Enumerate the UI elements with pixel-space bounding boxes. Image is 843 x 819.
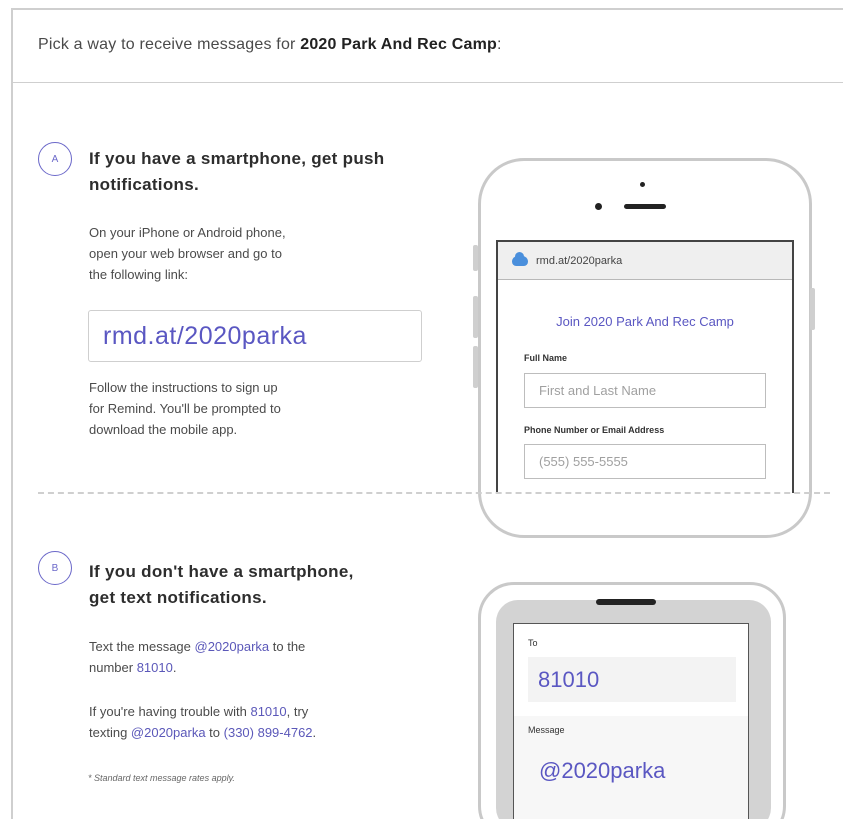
trouble-line: If you're having trouble with 81010, try <box>89 701 316 722</box>
phone-camera <box>595 203 602 210</box>
contact-field[interactable]: (555) 555-5555 <box>524 444 766 479</box>
join-title: Join 2020 Park And Rec Camp <box>556 314 734 329</box>
phone-side-button <box>810 288 815 330</box>
instructions-line: the following link: <box>89 267 188 282</box>
trouble-number: 81010 <box>250 704 287 719</box>
sms-to-label: To <box>528 638 538 648</box>
section-a-badge: A <box>38 142 72 176</box>
sms-message-label: Message <box>528 725 565 735</box>
section-divider <box>38 492 830 494</box>
feature-phone-screen: To 81010 Message <box>513 623 749 819</box>
sms-message-value: @2020parka <box>539 758 666 783</box>
section-a-follow-text: Follow the instructions to sign up for R… <box>89 377 281 440</box>
trouble-alt-number: (330) 899-4762 <box>223 725 313 740</box>
frame-left-border <box>11 8 13 819</box>
trouble-prefix: If you're having trouble with <box>89 704 251 719</box>
text-end: . <box>172 660 177 675</box>
section-b-text-instructions: Text the message @2020parka to the numbe… <box>89 636 305 678</box>
text-line: Text the message @2020parka to the <box>89 636 305 657</box>
follow-line: for Remind. You'll be prompted to <box>89 401 281 416</box>
phone-speaker <box>624 204 666 209</box>
header-divider <box>13 82 843 83</box>
text-number-prefix: number <box>89 660 137 675</box>
frame-top-border <box>11 8 843 10</box>
text-line: number 81010. <box>89 657 305 678</box>
phone-side-button <box>473 346 478 388</box>
text-prefix: Text the message <box>89 639 195 654</box>
full-name-label: Full Name <box>524 353 568 363</box>
follow-line: Follow the instructions to sign up <box>89 380 278 395</box>
smartphone-screen: rmd.at/2020parka Join 2020 Park And Rec … <box>496 240 794 493</box>
page: Pick a way to receive messages for 2020 … <box>0 0 843 819</box>
browser-address-bar[interactable]: rmd.at/2020parka <box>498 242 792 280</box>
section-a-title-line2: notifications. <box>89 175 199 194</box>
rates-note: * Standard text message rates apply. <box>88 773 235 783</box>
phone-side-button <box>473 296 478 338</box>
section-b-title-line2: get text notifications. <box>89 588 267 607</box>
section-b-badge: B <box>38 551 72 585</box>
full-name-field[interactable]: First and Last Name <box>524 373 766 408</box>
section-b-trouble-text: If you're having trouble with 81010, try… <box>89 701 316 743</box>
section-b-title: If you don't have a smartphone, get text… <box>89 559 354 611</box>
follow-line: download the mobile app. <box>89 422 238 437</box>
trouble-texting: texting <box>89 725 131 740</box>
section-b-title-line1: If you don't have a smartphone, <box>89 562 354 581</box>
page-header: Pick a way to receive messages for 2020 … <box>38 36 502 54</box>
text-code: @2020parka <box>194 639 270 654</box>
section-a-instructions: On your iPhone or Android phone, open yo… <box>89 222 286 285</box>
trouble-end: . <box>312 725 317 740</box>
instructions-line: On your iPhone or Android phone, <box>89 225 286 240</box>
text-number: 81010 <box>136 660 173 675</box>
text-middle: to the <box>269 639 306 654</box>
instructions-line: open your web browser and go to <box>89 246 282 261</box>
trouble-line: texting @2020parka to (330) 899-4762. <box>89 722 316 743</box>
phone-sensor <box>640 182 645 187</box>
class-name: 2020 Park And Rec Camp <box>300 36 498 53</box>
header-prefix: Pick a way to receive messages for <box>38 36 301 53</box>
trouble-to: to <box>205 725 224 740</box>
browser-url: rmd.at/2020parka <box>536 254 623 267</box>
section-a-title-line1: If you have a smartphone, get push <box>89 149 385 168</box>
header-suffix: : <box>497 36 502 53</box>
trouble-code: @2020parka <box>130 725 206 740</box>
remind-cloud-icon <box>512 251 528 266</box>
signup-link-box[interactable]: rmd.at/2020parka <box>88 310 422 362</box>
trouble-middle: , try <box>286 704 309 719</box>
feature-phone-speaker <box>596 599 656 605</box>
sms-to-field[interactable]: 81010 <box>528 657 736 702</box>
contact-label: Phone Number or Email Address <box>524 425 665 435</box>
section-a-title: If you have a smartphone, get push notif… <box>89 146 384 198</box>
phone-side-button <box>473 245 478 271</box>
